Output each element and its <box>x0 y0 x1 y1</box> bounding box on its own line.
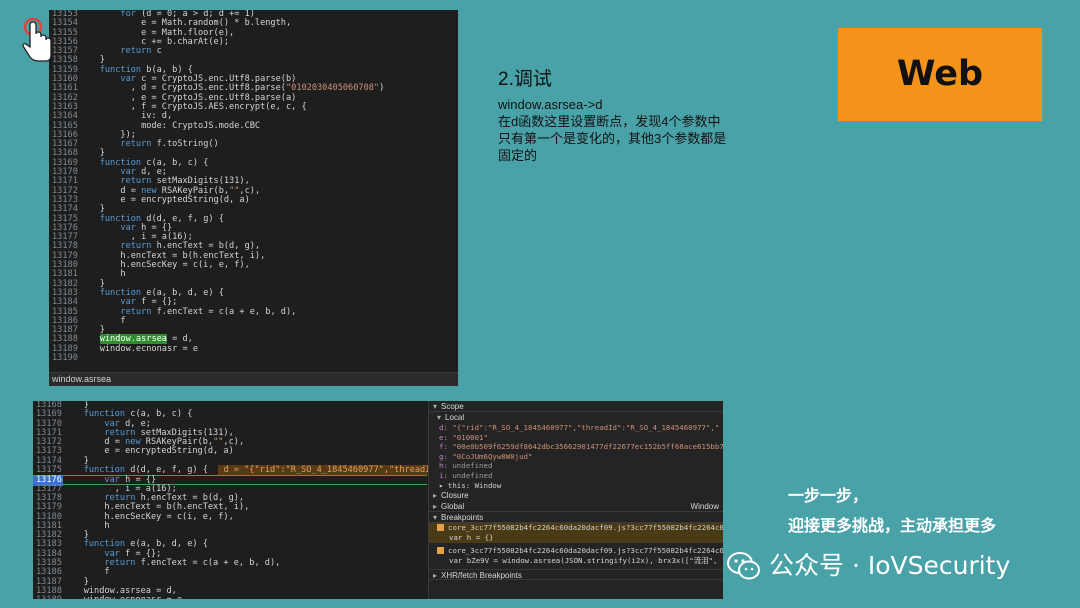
breakpoint-code: var bZe9V = window.asrsea(JSON.stringify… <box>449 556 723 566</box>
code-line: 13189 window.ecnonasr = e <box>49 343 458 354</box>
wechat-icon <box>727 552 760 580</box>
global-value: Window <box>690 502 719 512</box>
chevron-down-icon: ▾ <box>433 513 438 523</box>
watermark-text: 公众号 · IoVSecurity <box>769 551 1011 580</box>
bottom-code-editor[interactable]: 13168 } 13169 function c(a, b, c) {13170 … <box>33 401 462 599</box>
slide-line: 固定的 <box>498 148 538 163</box>
breakpoint-checkbox[interactable] <box>437 524 444 532</box>
code-line: 13181 h <box>49 270 458 280</box>
breakpoint-entry[interactable]: core_3cc77f55082b4fc2264c60da20dacf09.js… <box>429 523 723 544</box>
variable-value: "0CoJUm6Qyw8W8jud" <box>452 451 533 461</box>
xhr-label: XHR/fetch Breakpoints <box>441 571 522 581</box>
chevron-right-icon: ▸ <box>433 571 438 581</box>
variable-value: undefined <box>452 461 493 471</box>
scope-variables: d: "{"rid":"R_SO_4_1845460977","threadId… <box>429 423 723 481</box>
breakpoint-file: core_3cc77f55082b4fc2264c60da20dacf09.js… <box>448 546 723 556</box>
variable-name: f: <box>439 442 453 452</box>
code-line: 13190 <box>49 353 458 363</box>
scope-variable[interactable]: d: "{"rid":"R_SO_4_1845460977","threadId… <box>429 423 723 433</box>
line-number[interactable]: 13189 <box>33 595 63 599</box>
xhr-breakpoints-header[interactable]: ▸ XHR/fetch Breakpoints <box>429 569 723 581</box>
pointer-hand-icon <box>22 17 52 62</box>
scope-variable[interactable]: g: "0CoJUm6Qyw8W8jud" <box>429 452 723 462</box>
top-code-lines: 13153 for (d = 0; a > d; d += 1) 13154 e … <box>49 10 458 363</box>
chevron-right-icon: ▸ <box>439 480 448 490</box>
motto-line: 迎接更多挑战，主动承担更多 <box>788 518 997 535</box>
code-line: 13186 f <box>33 568 427 578</box>
top-status-bar: window.asrsea <box>49 372 458 386</box>
code-text: window.ecnonasr = e <box>79 343 198 354</box>
bottom-code-lines: 13168 } 13169 function c(a, b, c) {13170 … <box>33 401 462 599</box>
code-line: 13173 e = encryptedString(d, a) <box>33 447 427 457</box>
variable-name: h: <box>439 461 453 471</box>
global-section-header[interactable]: ▸ Global Window <box>429 501 723 513</box>
variable-value: undefined <box>452 470 493 480</box>
chevron-down-icon: ▾ <box>437 413 442 422</box>
motto-text: 一步一步， 迎接更多挑战，主动承担更多 <box>788 482 996 542</box>
this-label: this: Window <box>447 480 502 490</box>
this-row[interactable]: ▸ this: Window <box>429 481 723 491</box>
code-line: 13181 h <box>33 521 427 531</box>
variable-value: "{"rid":"R_SO_4_1845460977","threadId":"… <box>452 423 720 432</box>
motto-line: 一步一步， <box>788 488 869 505</box>
chevron-right-icon: ▸ <box>433 502 438 512</box>
code-line: 13157 return c <box>49 46 458 56</box>
code-line: 13186 f <box>49 316 458 326</box>
scope-label: Scope <box>441 402 464 411</box>
scope-section-header[interactable]: ▾ Scope <box>429 401 723 412</box>
slide-explanation: 2.调试 window.asrsea->d 在d函数这里设置断点，发现4个参数中… <box>498 69 798 164</box>
slide-line: 只有第一个是变化的，其他3个参数都是 <box>498 131 727 146</box>
breakpoint-list: core_3cc77f55082b4fc2264c60da20dacf09.js… <box>429 523 723 566</box>
line-number[interactable]: 13190 <box>49 353 79 363</box>
variable-value: "00e0b509f6259df8642dbc35662901477df2267… <box>452 442 723 452</box>
slide-subheading: window.asrsea->d <box>498 97 603 112</box>
debugger-screenshot[interactable]: 13168 } 13169 function c(a, b, c) {13170 … <box>33 401 723 599</box>
code-line: 13173 e = encryptedString(d, a) <box>49 195 458 205</box>
global-label: Global <box>441 502 465 512</box>
variable-name: i: <box>439 470 453 480</box>
variable-name: g: <box>439 451 453 461</box>
breakpoints-section-header[interactable]: ▾ Breakpoints <box>429 512 723 524</box>
breakpoint-checkbox[interactable] <box>437 547 444 555</box>
closure-label: Closure <box>441 491 469 501</box>
web-badge: Web <box>838 28 1042 121</box>
code-text: function d(d, e, f, g) { <box>83 465 208 476</box>
variable-name: d: <box>439 423 453 432</box>
debugger-sidebar[interactable]: ▾ Scope ▾ Local d: "{"rid":"R_SO_4_1845460… <box>428 401 723 599</box>
chevron-right-icon: ▸ <box>433 491 438 501</box>
local-label: Local <box>445 413 465 422</box>
breakpoint-file: core_3cc77f55082b4fc2264c60da20dacf09.js… <box>448 523 723 533</box>
code-line: 13167 return f.toString() <box>49 139 458 149</box>
closure-section-header[interactable]: ▸ Closure <box>429 490 723 501</box>
local-section-header[interactable]: ▾ Local <box>429 412 723 423</box>
scope-variable[interactable]: i: undefined <box>429 471 723 481</box>
scope-variable[interactable]: e: "010001" <box>429 433 723 443</box>
scope-variable[interactable]: h: undefined <box>429 461 723 471</box>
line-number[interactable]: 13175 <box>33 465 63 475</box>
inline-value-hint: d = "{"rid":"R_SO_4_1845460977","threadI… <box>218 465 462 476</box>
scope-variable[interactable]: f: "00e0b509f6259df8642dbc35662901477df2… <box>429 442 723 452</box>
wechat-watermark: 公众号 · IoVSecurity <box>727 550 1010 582</box>
code-text: window.ecnonasr = e <box>63 595 182 599</box>
variable-name: e: <box>439 432 453 442</box>
top-code-editor[interactable]: 13153 for (d = 0; a > d; d += 1) 13154 e … <box>49 10 458 386</box>
chevron-down-icon: ▾ <box>433 402 438 411</box>
code-line: 13175 function d(d, e, f, g) { d = "{"ri… <box>33 465 462 476</box>
breakpoint-code: var h = {} <box>449 533 494 543</box>
breakpoint-entry[interactable]: core_3cc77f55082b4fc2264c60da20dacf09.js… <box>429 546 723 566</box>
variable-value: "010001" <box>452 432 488 442</box>
slide-line: 在d函数这里设置断点，发现4个参数中 <box>498 114 721 129</box>
code-line: 13189 window.ecnonasr = e <box>33 595 427 599</box>
breakpoints-label: Breakpoints <box>441 513 484 523</box>
slide-heading: 2.调试 <box>498 69 552 90</box>
